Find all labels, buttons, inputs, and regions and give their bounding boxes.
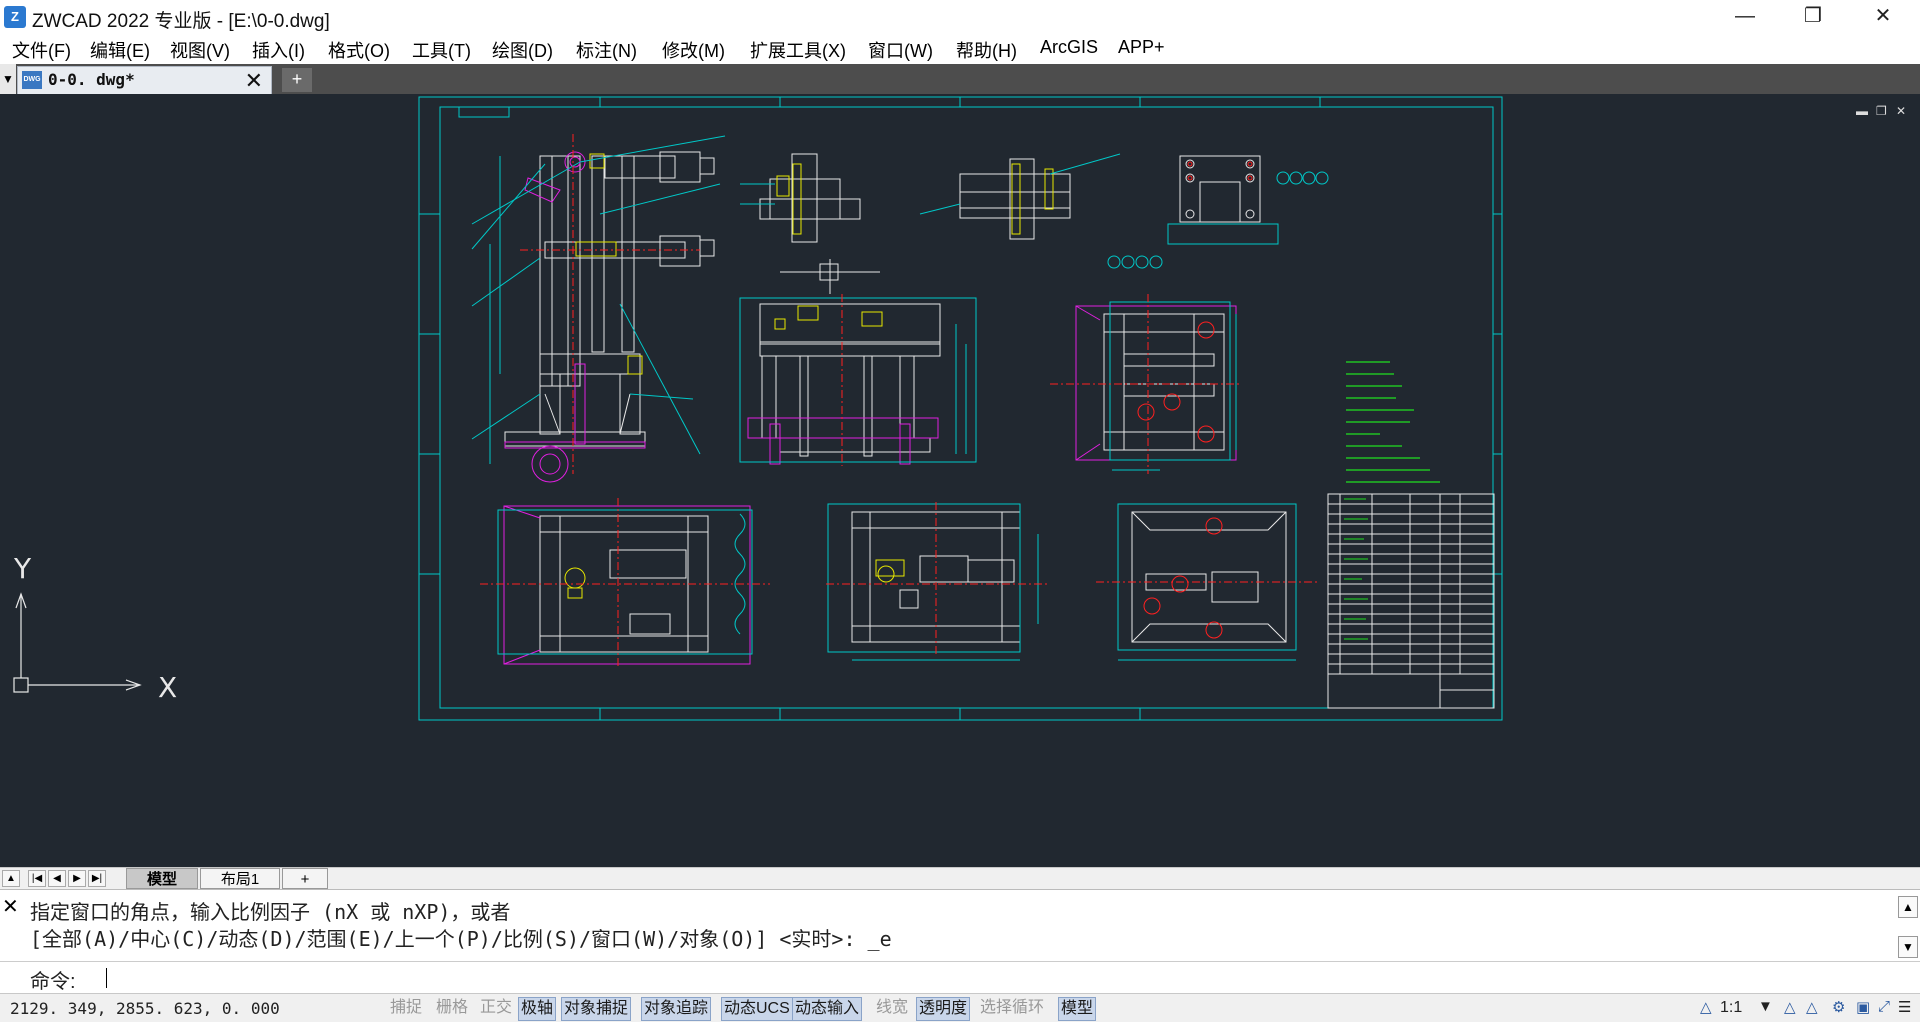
- section-views-top: [740, 153, 1329, 269]
- annotation-scale-icon[interactable]: △: [1700, 998, 1712, 1016]
- menu-modify[interactable]: 修改(M): [662, 37, 725, 63]
- menu-draw[interactable]: 绘图(D): [492, 37, 553, 63]
- toggle-object-track[interactable]: 对象追踪: [641, 997, 712, 1021]
- auto-scale-icon[interactable]: △: [1806, 998, 1818, 1016]
- toggle-dynamic-ucs[interactable]: 动态UCS: [721, 997, 793, 1021]
- command-input-row[interactable]: 命令:: [0, 961, 1920, 994]
- toggle-transparency[interactable]: 透明度: [916, 997, 971, 1021]
- tab-layout1[interactable]: 布局1: [200, 868, 280, 889]
- toggle-model-space[interactable]: 模型: [1058, 997, 1097, 1021]
- menu-dimension[interactable]: 标注(N): [576, 37, 637, 63]
- annotation-visibility-icon[interactable]: △: [1784, 998, 1796, 1016]
- command-history-line-2: [全部(A)/中心(C)/动态(D)/范围(E)/上一个(P)/比例(S)/窗口…: [30, 927, 892, 951]
- main-elevation-view: [471, 134, 726, 483]
- menu-tools[interactable]: 工具(T): [412, 37, 471, 63]
- annotation-scale[interactable]: 1:1: [1718, 997, 1744, 1019]
- top-plan-view: [1050, 294, 1240, 474]
- menu-view[interactable]: 视图(V): [170, 37, 230, 63]
- command-close-icon[interactable]: ✕: [2, 894, 19, 919]
- document-tab[interactable]: DWG 0-0. dwg* ✕: [17, 66, 272, 94]
- document-tab-strip: ▼ DWG 0-0. dwg* ✕ +: [0, 64, 1920, 94]
- toggle-selection-cycling[interactable]: 选择循环: [978, 997, 1046, 1019]
- layout-tab-bar: ▲ |◀ ◀ ▶ ▶| 模型 布局1 +: [0, 867, 1920, 890]
- restore-button[interactable]: ❐: [1782, 0, 1844, 34]
- command-history-line-1: 指定窗口的角点，输入比例因子 (nX 或 nXP)，或者: [30, 900, 511, 924]
- toggle-ortho[interactable]: 正交: [478, 997, 514, 1019]
- drawing-canvas[interactable]: ▬ ❐ ✕ Y X: [0, 94, 1920, 867]
- menu-bar: 文件(F) 编辑(E) 视图(V) 插入(I) 格式(O) 工具(T) 绘图(D…: [0, 34, 1920, 64]
- status-bar: 2129. 349, 2855. 623, 0. 000 捕捉 栅格 正交 极轴…: [0, 993, 1920, 1022]
- tab-list-dropdown-icon[interactable]: ▼: [0, 64, 16, 94]
- add-layout-button[interactable]: +: [282, 868, 328, 889]
- menu-help[interactable]: 帮助(H): [956, 37, 1017, 63]
- command-scroll-down-icon[interactable]: ▼: [1898, 936, 1918, 958]
- toggle-snap[interactable]: 捕捉: [388, 997, 424, 1019]
- annotation-scale-dropdown-icon[interactable]: ▼: [1758, 998, 1773, 1015]
- cad-drawing: Y X: [13, 96, 1503, 721]
- close-button[interactable]: ✕: [1852, 0, 1914, 34]
- toggle-dynamic-input[interactable]: 动态输入: [792, 997, 863, 1021]
- toggle-lineweight[interactable]: 线宽: [874, 997, 910, 1019]
- menu-insert[interactable]: 插入(I): [252, 37, 305, 63]
- document-tab-label: 0-0. dwg*: [48, 70, 135, 89]
- close-tab-icon[interactable]: ✕: [245, 67, 263, 95]
- menu-format[interactable]: 格式(O): [328, 37, 390, 63]
- ucs-y-label: Y: [13, 552, 32, 585]
- minimize-button[interactable]: —: [1714, 0, 1776, 34]
- layout-scroll-up-icon[interactable]: ▲: [2, 870, 20, 887]
- layout-first-icon[interactable]: |◀: [28, 870, 46, 887]
- dwg-file-icon: DWG: [22, 71, 42, 89]
- toggle-object-snap[interactable]: 对象捕捉: [561, 997, 632, 1021]
- workspace-icon[interactable]: ⚙: [1832, 998, 1845, 1016]
- text-cursor: [106, 968, 107, 988]
- lock-ui-icon[interactable]: ▣: [1856, 998, 1870, 1016]
- ucs-icon: [13, 592, 142, 693]
- menu-edit[interactable]: 编辑(E): [90, 37, 150, 63]
- front-section-view: [739, 259, 977, 466]
- toggle-polar[interactable]: 极轴: [518, 997, 557, 1021]
- layout-next-icon[interactable]: ▶: [68, 870, 86, 887]
- new-tab-button[interactable]: +: [282, 68, 312, 92]
- command-scroll-up-icon[interactable]: ▲: [1898, 896, 1918, 918]
- command-window: ✕ 指定窗口的角点，输入比例因子 (nX 或 nXP)，或者 [全部(A)/中心…: [0, 889, 1920, 994]
- technical-notes: [1346, 361, 1440, 483]
- bottom-right-plan-view: [1096, 503, 1320, 661]
- coordinate-readout: 2129. 349, 2855. 623, 0. 000: [10, 999, 280, 1018]
- command-prompt: 命令:: [30, 971, 76, 993]
- bottom-left-plan-view: [480, 498, 770, 668]
- toggle-grid[interactable]: 栅格: [434, 997, 470, 1019]
- ucs-x-label: X: [158, 671, 177, 704]
- layout-prev-icon[interactable]: ◀: [48, 870, 66, 887]
- fullscreen-icon[interactable]: ⤢: [1878, 998, 1890, 1015]
- menu-extend-tools[interactable]: 扩展工具(X): [750, 37, 846, 63]
- title-bar: Z ZWCAD 2022 专业版 - [E:\0-0.dwg] — ❐ ✕: [0, 0, 1920, 34]
- zwcad-logo-icon[interactable]: Z: [4, 6, 26, 28]
- menu-app-plus[interactable]: APP+: [1118, 37, 1165, 58]
- menu-window[interactable]: 窗口(W): [868, 37, 933, 63]
- tab-model[interactable]: 模型: [126, 868, 198, 889]
- layout-last-icon[interactable]: ▶|: [88, 870, 106, 887]
- customization-menu-icon[interactable]: ☰: [1898, 998, 1911, 1016]
- menu-arcgis[interactable]: ArcGIS: [1040, 37, 1098, 58]
- menu-file[interactable]: 文件(F): [12, 37, 71, 63]
- window-title: ZWCAD 2022 专业版 - [E:\0-0.dwg]: [32, 11, 330, 32]
- parts-list-title-block: [1327, 493, 1495, 709]
- bottom-middle-plan-view: [826, 502, 1050, 661]
